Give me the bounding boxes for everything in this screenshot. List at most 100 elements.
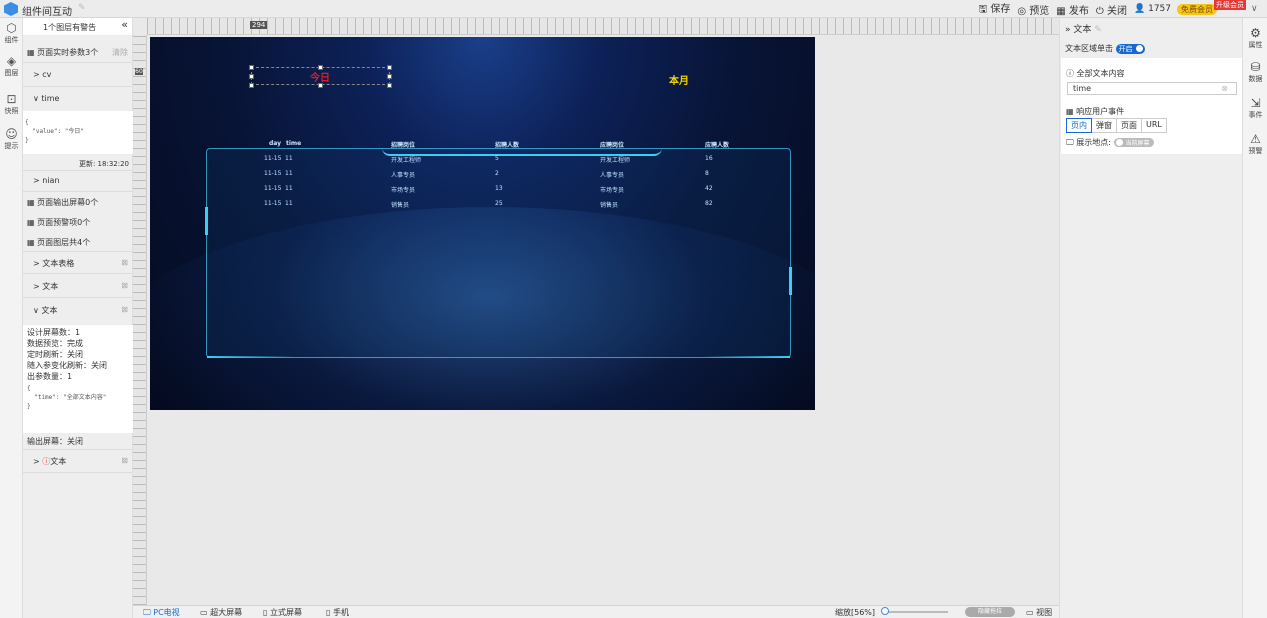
rail-data[interactable]: ⛁ 数据	[1243, 60, 1267, 84]
warning-items[interactable]: ▦ 页面预警项0个	[27, 217, 137, 228]
table-header-day: day	[269, 140, 282, 147]
click-toggle[interactable]: 开启	[1115, 44, 1145, 54]
edit-title-icon[interactable]: ✎	[78, 3, 86, 13]
event-options: 页内 弹窗 页面 URL	[1066, 118, 1167, 133]
rail-alarm[interactable]: ⚠ 预警	[1243, 132, 1267, 156]
table-header-job[interactable]: 招聘岗位	[391, 140, 415, 149]
panel-title: » 文本 ✎	[1065, 22, 1102, 35]
today-text[interactable]: 今日	[310, 69, 330, 84]
layers-icon: ◈	[6, 54, 17, 68]
clear-button[interactable]: 清除	[112, 47, 128, 58]
event-option-popup[interactable]: 弹窗	[1091, 118, 1117, 133]
param-nian[interactable]: > nian	[23, 176, 133, 185]
resize-handle[interactable]	[249, 65, 254, 70]
view-button[interactable]: ▭ 视图	[1026, 607, 1052, 618]
param-time[interactable]: ∨ time	[23, 94, 133, 103]
resize-handle[interactable]	[249, 83, 254, 88]
hide-layer-icon[interactable]: ⊠	[121, 305, 128, 314]
event-option-page[interactable]: 页面	[1116, 118, 1142, 133]
hide-layer-icon[interactable]: ⊠	[121, 258, 128, 267]
month-text[interactable]: 本月	[669, 72, 689, 87]
tab-mobile[interactable]: ▯ 手机	[326, 607, 349, 618]
resize-handle[interactable]	[249, 74, 254, 79]
rail-label: 数据	[1248, 75, 1263, 83]
rail-label: 提示	[4, 142, 19, 150]
app-title: 组件间互动	[22, 7, 72, 18]
table-header-applied-job[interactable]: 应聘岗位	[600, 140, 624, 149]
warning-header: 1个图层有警告 «	[23, 18, 132, 35]
table-header-applied-count[interactable]: 应聘人数	[705, 140, 729, 149]
layer-text-1[interactable]: > 文本 ⊠	[23, 281, 133, 292]
rail-layers[interactable]: ◈ 图层	[0, 55, 23, 78]
resize-handle[interactable]	[387, 83, 392, 88]
rail-events[interactable]: ⇲ 事件	[1243, 96, 1267, 120]
edit-icon[interactable]: ✎	[1094, 25, 1102, 35]
table-cell: 82	[705, 200, 713, 207]
json-line: "value": "今日"	[25, 128, 84, 135]
hide-drag-toggle[interactable]: 隐藏拖拉	[965, 607, 1015, 617]
design-canvas[interactable]: 今日 本月 day time 招聘岗位 招聘人数 应聘岗位 应聘人数 11-15…	[150, 37, 815, 410]
updated-time: 更新: 18:32:20	[78, 160, 129, 168]
clear-input-icon[interactable]: ⊗	[1221, 84, 1228, 93]
resize-handle[interactable]	[387, 74, 392, 79]
click-label: 文本区域单击	[1065, 44, 1113, 53]
publish-button[interactable]: ▦ 发布	[1056, 2, 1089, 17]
screens-out[interactable]: ▦ 页面输出屏幕0个	[27, 197, 137, 208]
preview-label: 预览	[1029, 5, 1050, 17]
table-cell: 11-15	[264, 155, 282, 162]
params-header[interactable]: ▦ 页面实时参数3个 清除	[27, 47, 137, 58]
layer-count[interactable]: ▦ 页面图层共4个	[27, 237, 137, 248]
layer-text-3[interactable]: > ⓘ文本 ⊠	[23, 456, 133, 467]
info-line: 设计屏幕数：1	[27, 328, 81, 337]
layer-text-table[interactable]: > 文本表格 ⊠	[23, 258, 133, 269]
location-toggle[interactable]: 当前屏幕	[1113, 138, 1154, 147]
tab-label: 手机	[332, 608, 349, 617]
table-cell: 16	[705, 155, 713, 162]
preview-button[interactable]: ◎ 预览	[1017, 2, 1049, 17]
tab-vertical-screen[interactable]: ▯ 立式屏幕	[263, 607, 302, 618]
hide-layer-icon[interactable]: ⊠	[121, 281, 128, 290]
divider	[23, 297, 133, 298]
zoom-slider[interactable]	[883, 611, 948, 613]
upgrade-badge[interactable]: 升级会员	[1214, 0, 1246, 10]
database-icon: ⛁	[1250, 60, 1261, 74]
ruler-position-marker-vertical: 60	[135, 68, 143, 75]
json-line: {	[25, 119, 29, 126]
divider	[23, 191, 133, 192]
horizontal-ruler[interactable]	[147, 18, 1059, 35]
vertical-ruler[interactable]	[133, 35, 147, 605]
event-option-url[interactable]: URL	[1141, 118, 1167, 133]
tab-large-screen[interactable]: ▭ 超大屏幕	[200, 607, 242, 618]
table-header-time: time	[286, 140, 302, 147]
collapse-panel-button[interactable]: «	[121, 18, 128, 31]
view-label: 视图	[1036, 608, 1053, 617]
table-frame[interactable]	[205, 148, 792, 358]
bottom-bar: 🖵 PC电视 ▭ 超大屏幕 ▯ 立式屏幕 ▯ 手机 缩放[56%] 隐藏拖拉 ▭…	[133, 605, 1059, 618]
layer-text-2[interactable]: ∨ 文本 ⊠	[23, 305, 133, 316]
divider	[23, 251, 133, 252]
event-label-row: ▦ 响应用户事件	[1066, 107, 1125, 116]
rail-properties[interactable]: ⚙ 属性	[1243, 26, 1267, 50]
rail-snapshot[interactable]: ⊡ 快照	[0, 93, 23, 116]
param-cv[interactable]: > cv	[23, 70, 133, 79]
chevron-down-icon[interactable]: ∨	[1251, 4, 1267, 14]
event-option-inpage[interactable]: 页内	[1066, 118, 1092, 133]
resize-handle[interactable]	[387, 65, 392, 70]
close-button[interactable]: ⏻ 关闭	[1096, 2, 1127, 17]
rail-components[interactable]: ⬡ 组件	[0, 22, 23, 45]
properties-icon: ⚙	[1250, 26, 1261, 40]
rail-tips[interactable]: ☺ 提示	[0, 128, 23, 151]
free-member-badge[interactable]: 免费会员 升级会员	[1177, 0, 1246, 15]
json-line: "time": "全部文本内容"	[27, 394, 107, 401]
hide-layer-icon[interactable]: ⊠	[121, 456, 128, 465]
save-button[interactable]: 🖫 保存	[979, 0, 1011, 19]
input-value: time	[1073, 84, 1092, 93]
tab-pc-tv[interactable]: 🖵 PC电视	[143, 607, 180, 618]
table-cell: 销售员	[391, 202, 410, 209]
right-rail: ⚙ 属性 ⛁ 数据 ⇲ 事件 ⚠ 预警	[1242, 18, 1267, 618]
user-account[interactable]: 👤 1757	[1134, 4, 1171, 14]
table-cell: 市场专员	[600, 187, 625, 194]
zoom-slider-handle[interactable]	[881, 607, 889, 615]
table-header-job-count[interactable]: 招聘人数	[495, 140, 519, 149]
text-content-input[interactable]: time ⊗	[1067, 82, 1237, 95]
